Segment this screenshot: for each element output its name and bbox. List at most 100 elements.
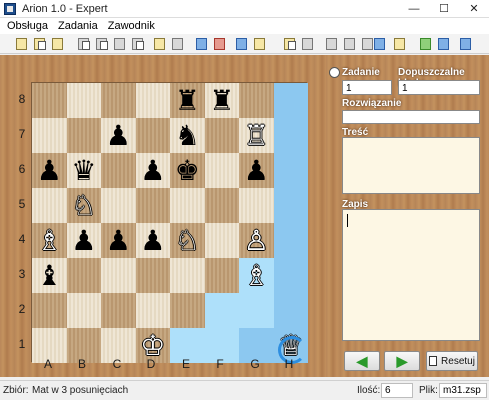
square-e5[interactable] [170, 188, 205, 223]
white-piece[interactable]: ♗ [244, 261, 269, 290]
square-c4[interactable]: ♟ [101, 223, 136, 258]
paste-icon[interactable] [94, 36, 110, 52]
square-c3[interactable] [101, 258, 136, 293]
settings-icon[interactable] [170, 36, 186, 52]
reset-button[interactable]: Resetuj [426, 351, 478, 371]
list-icon[interactable] [324, 36, 340, 52]
square-f8[interactable]: ♜ [204, 83, 239, 118]
square-e7[interactable]: ♞ [170, 118, 205, 153]
chart-icon[interactable] [418, 36, 434, 52]
square-a7[interactable] [32, 118, 67, 153]
square-f3[interactable] [204, 258, 239, 293]
square-c6[interactable] [101, 153, 136, 188]
square-b6[interactable]: ♛ [66, 153, 101, 188]
square-d5[interactable] [135, 188, 170, 223]
white-piece[interactable]: ♖ [244, 121, 269, 150]
back-button[interactable]: ◀ [344, 351, 380, 371]
task-radio[interactable] [329, 67, 340, 78]
black-piece[interactable]: ♞ [175, 121, 200, 150]
square-a3[interactable]: ♝ [32, 258, 67, 293]
black-piece[interactable]: ♟ [244, 156, 269, 185]
menu-zawodnik[interactable]: Zawodnik [103, 20, 160, 32]
square-d3[interactable] [135, 258, 170, 293]
square-g8[interactable] [239, 83, 274, 118]
folder-icon[interactable] [152, 36, 168, 52]
square-h5[interactable] [273, 188, 308, 223]
user-icon[interactable] [194, 36, 210, 52]
black-piece[interactable]: ♟ [140, 226, 165, 255]
player-edit-icon[interactable] [372, 36, 388, 52]
open-task-icon[interactable] [14, 36, 30, 52]
square-h4[interactable] [273, 223, 308, 258]
square-e4[interactable]: ♘ [170, 223, 205, 258]
content-textarea[interactable] [342, 137, 480, 194]
square-g3[interactable]: ♗ [239, 258, 274, 293]
close-button[interactable]: ✕ [459, 0, 489, 18]
black-piece[interactable]: ♝ [37, 261, 62, 290]
square-c2[interactable] [101, 293, 136, 328]
square-d6[interactable]: ♟ [135, 153, 170, 188]
square-f7[interactable] [204, 118, 239, 153]
square-b4[interactable]: ♟ [66, 223, 101, 258]
square-c5[interactable] [101, 188, 136, 223]
menu-obsluga[interactable]: Obsługa [2, 20, 53, 32]
black-piece[interactable]: ♟ [140, 156, 165, 185]
square-e3[interactable] [170, 258, 205, 293]
square-b2[interactable] [66, 293, 101, 328]
square-g7[interactable]: ♖ [239, 118, 274, 153]
white-piece[interactable]: ♗ [37, 226, 62, 255]
filter-icon[interactable] [300, 36, 316, 52]
record-textarea[interactable] [342, 209, 480, 341]
square-a5[interactable] [32, 188, 67, 223]
save-disk-icon[interactable] [436, 36, 452, 52]
stats-icon[interactable] [252, 36, 268, 52]
allowed-errors-field[interactable]: 1 [398, 80, 480, 95]
square-h2[interactable] [273, 293, 308, 328]
black-piece[interactable]: ♟ [106, 121, 131, 150]
sort-icon[interactable] [282, 36, 298, 52]
minimize-button[interactable]: — [399, 0, 429, 18]
maximize-button[interactable]: ☐ [429, 0, 459, 18]
black-piece[interactable]: ♜ [209, 86, 234, 115]
solution-field[interactable] [342, 110, 480, 124]
square-h7[interactable] [273, 118, 308, 153]
square-g4[interactable]: ♙ [239, 223, 274, 258]
square-e2[interactable] [170, 293, 205, 328]
square-e6[interactable]: ♚ [170, 153, 205, 188]
square-h6[interactable] [273, 153, 308, 188]
black-piece[interactable]: ♟ [71, 226, 96, 255]
square-g2[interactable] [239, 293, 274, 328]
square-d2[interactable] [135, 293, 170, 328]
properties-icon[interactable] [130, 36, 146, 52]
white-piece[interactable]: ♔ [140, 331, 165, 360]
white-piece[interactable]: ♙ [244, 226, 269, 255]
square-g6[interactable]: ♟ [239, 153, 274, 188]
white-piece[interactable]: ♘ [71, 191, 96, 220]
copy-icon[interactable] [76, 36, 92, 52]
square-a2[interactable] [32, 293, 67, 328]
player-delete-icon[interactable] [392, 36, 408, 52]
forward-button[interactable]: ▶ [384, 351, 420, 371]
add-task-icon[interactable] [32, 36, 48, 52]
square-b7[interactable] [66, 118, 101, 153]
square-a6[interactable]: ♟ [32, 153, 67, 188]
square-d7[interactable] [135, 118, 170, 153]
player-card-icon[interactable] [234, 36, 250, 52]
users-icon[interactable] [212, 36, 228, 52]
square-a4[interactable]: ♗ [32, 223, 67, 258]
white-piece[interactable]: ♘ [175, 226, 200, 255]
square-h3[interactable] [273, 258, 308, 293]
ranking-icon[interactable] [342, 36, 358, 52]
square-f2[interactable] [204, 293, 239, 328]
task-number-field[interactable]: 1 [342, 80, 392, 95]
edit-icon[interactable] [112, 36, 128, 52]
square-a8[interactable] [32, 83, 67, 118]
square-b5[interactable]: ♘ [66, 188, 101, 223]
black-piece[interactable]: ♜ [175, 86, 200, 115]
square-b8[interactable] [66, 83, 101, 118]
square-f6[interactable] [204, 153, 239, 188]
square-f4[interactable] [204, 223, 239, 258]
menu-zadania[interactable]: Zadania [53, 20, 103, 32]
square-b3[interactable] [66, 258, 101, 293]
save-task-icon[interactable] [50, 36, 66, 52]
